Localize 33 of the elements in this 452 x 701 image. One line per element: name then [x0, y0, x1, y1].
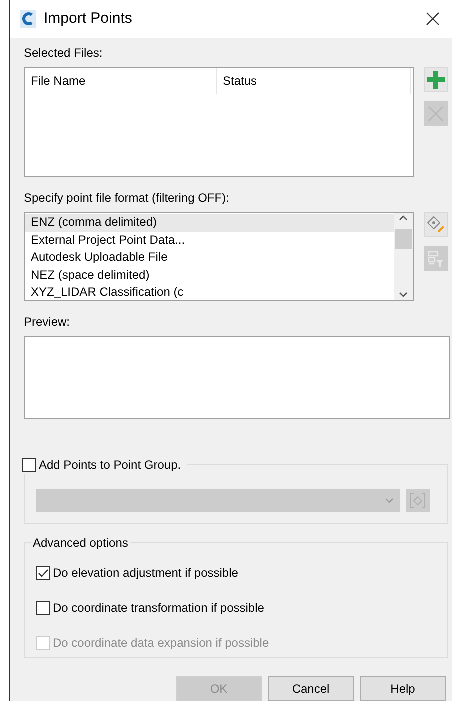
edit-button[interactable]	[424, 212, 448, 237]
section-label: Specify point file format (filtering OFF):	[24, 190, 230, 207]
checkbox[interactable]	[36, 566, 50, 580]
pencil-point-icon	[427, 216, 445, 234]
app-logo-icon	[20, 10, 36, 28]
caret-icon	[385, 498, 394, 504]
list-item[interactable]: External Project Point Data...	[25, 232, 394, 249]
column-header[interactable]: File Name	[25, 68, 217, 94]
window-title: Import Points	[44, 8, 132, 29]
checkbox[interactable]	[22, 458, 36, 472]
list-item[interactable]: ENZ (comma delimited)	[25, 214, 394, 232]
section-label: Preview:	[24, 314, 72, 331]
scrollbar[interactable]	[394, 213, 413, 300]
add-button[interactable]	[424, 67, 448, 92]
list-filter-icon	[428, 250, 444, 266]
checkbox-label[interactable]: Add Points to Point Group.	[39, 456, 182, 474]
list-item[interactable]: NEZ (space delimited)	[25, 266, 394, 284]
checkbox-label[interactable]: Do coordinate transformation if possible	[53, 599, 264, 617]
checkbox-label[interactable]: Do elevation adjustment if possible	[53, 564, 238, 582]
dialog-button[interactable]: Help	[360, 676, 446, 701]
list-item[interactable]: Autodesk Uploadable File	[25, 249, 394, 266]
close-icon[interactable]	[426, 12, 440, 26]
scroll-down-icon[interactable]	[399, 292, 408, 298]
bracket-point-icon	[410, 492, 426, 508]
scroll-up-icon[interactable]	[399, 215, 408, 221]
scrollbar-thumb[interactable]	[395, 229, 412, 249]
checkbox[interactable]	[36, 601, 50, 615]
plus-icon	[427, 70, 445, 88]
group-title: Advanced options	[31, 535, 130, 551]
list-item[interactable]: XYZ_LIDAR Classification (c	[25, 284, 394, 302]
dialog-button[interactable]: Cancel	[268, 676, 354, 701]
column-header[interactable]: Status	[217, 68, 411, 94]
section-label: Selected Files:	[24, 45, 104, 62]
